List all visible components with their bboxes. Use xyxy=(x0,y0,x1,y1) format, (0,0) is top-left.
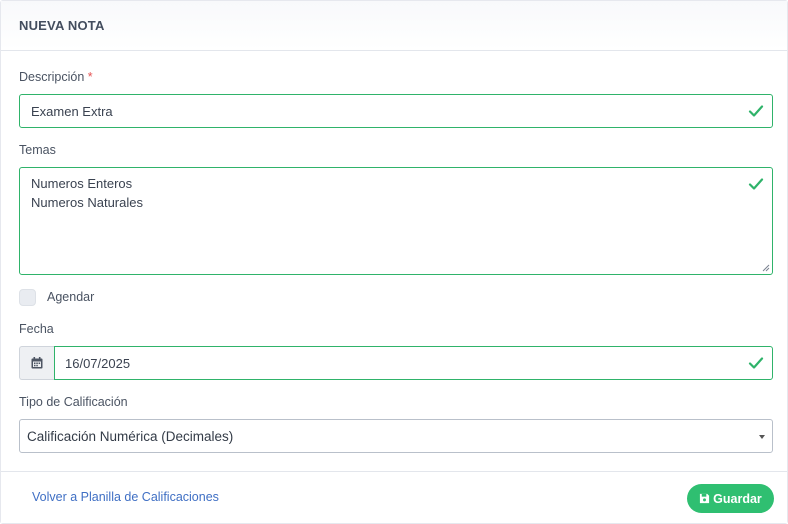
check-icon xyxy=(748,178,764,190)
card-footer: Volver a Planilla de Calificaciones Guar… xyxy=(1,471,787,523)
temas-line: Numeros Naturales xyxy=(31,195,143,210)
card-title: NUEVA NOTA xyxy=(19,18,105,33)
descripcion-label: Descripción * xyxy=(19,70,93,84)
tipo-selected-value: Calificación Numérica (Decimales) xyxy=(27,429,234,444)
save-button[interactable]: Guardar xyxy=(687,484,774,513)
new-grade-card: NUEVA NOTA Descripción * Examen Extra Te… xyxy=(0,0,788,524)
calendar-button[interactable] xyxy=(19,346,55,380)
back-to-grades-link[interactable]: Volver a Planilla de Calificaciones xyxy=(32,490,219,504)
check-icon xyxy=(748,105,764,117)
tipo-calificacion-select[interactable]: Calificación Numérica (Decimales) xyxy=(19,419,773,453)
fecha-input[interactable]: 16/07/2025 xyxy=(54,346,773,380)
fecha-value: 16/07/2025 xyxy=(65,356,131,371)
floppy-disk-icon xyxy=(700,493,710,504)
temas-value: Numeros Enteros Numeros Naturales xyxy=(31,174,143,212)
descripcion-label-text: Descripción xyxy=(19,70,85,84)
descripcion-value: Examen Extra xyxy=(31,104,113,119)
required-mark: * xyxy=(87,70,93,84)
agendar-label: Agendar xyxy=(47,290,95,304)
save-button-label: Guardar xyxy=(713,491,762,506)
agendar-checkbox[interactable] xyxy=(19,289,36,306)
check-icon xyxy=(748,357,764,369)
tipo-label: Tipo de Calificación xyxy=(19,395,128,409)
card-header: NUEVA NOTA xyxy=(1,1,787,51)
temas-textarea[interactable]: Numeros Enteros Numeros Naturales xyxy=(19,167,773,275)
resize-handle-icon[interactable] xyxy=(762,264,770,272)
caret-down-icon xyxy=(759,435,765,439)
descripcion-input[interactable]: Examen Extra xyxy=(19,94,773,128)
temas-line: Numeros Enteros xyxy=(31,176,133,191)
fecha-label: Fecha xyxy=(19,322,54,336)
temas-label: Temas xyxy=(19,143,56,157)
calendar-icon xyxy=(31,357,43,369)
